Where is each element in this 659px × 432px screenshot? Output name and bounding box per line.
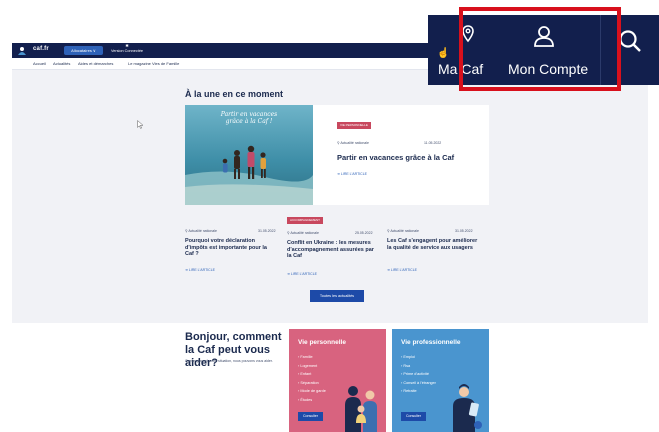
card-title: Vie professionnelle (401, 339, 461, 346)
family-illustration (345, 386, 377, 432)
site-logo-text[interactable]: caf.fr (33, 46, 49, 52)
article-meta: ⚲ Actualité nationale (387, 229, 419, 233)
subnav-item-actualites[interactable]: Actualités (53, 61, 70, 66)
read-more-link[interactable]: ➔ LIRE L'ARTICLE (185, 268, 215, 272)
news-article-title[interactable]: Pourquoi votre déclaration d'impôts est … (185, 238, 275, 258)
help-subtitle: Quelle que soit votre situation, nous po… (185, 359, 273, 363)
card-link-item[interactable]: › Rsa (401, 362, 436, 371)
worker-illustration (453, 384, 482, 432)
read-more-link[interactable]: ➔ LIRE L'ARTICLE (287, 272, 317, 276)
news-article-title[interactable]: Conflit en Ukraine : les mesures d'accom… (287, 240, 379, 260)
help-heading: Bonjour, comment la Caf peut vous aider? (185, 331, 282, 369)
highlight-box (459, 7, 621, 91)
article-date: 31.05.2022 (258, 229, 276, 233)
card-link-item[interactable]: › Études (298, 396, 326, 405)
card-link-item[interactable]: › Emploi (401, 353, 436, 362)
caf-logo-icon[interactable] (17, 46, 27, 56)
article-meta: ⚲ Actualité nationale (337, 141, 369, 145)
card-link-item[interactable]: › Retraite (401, 387, 436, 396)
allocataires-dropdown[interactable]: Allocataires ∨ (64, 46, 103, 55)
card-vie-professionnelle[interactable]: Vie professionnelle › Emploi › Rsa › Pri… (392, 329, 489, 432)
mouse-pointer-icon (137, 120, 144, 129)
all-news-button[interactable]: Toutes les actualités (310, 290, 364, 302)
card-link-item[interactable]: › Mode de garde (298, 387, 326, 396)
article-date: 11.05.2022 (424, 141, 442, 145)
article-date: 25.05.2022 (355, 231, 373, 235)
version-label: Version Connectée (110, 49, 144, 53)
card-links: › Emploi › Rsa › Prime d'activité › Cons… (401, 353, 436, 396)
subnav-item-magazine[interactable]: Le magazine Vies de Famille (128, 61, 179, 66)
hand-cursor-icon: ☝ (437, 48, 450, 59)
section-title-headlines: À la une en ce moment (185, 89, 284, 99)
article-meta: ⚲ Actualité nationale (185, 229, 217, 233)
category-badge: ACCOMPAGNEMENT (287, 217, 323, 224)
news-article-title[interactable]: Les Caf s'engagent pour améliorer la qua… (387, 238, 481, 251)
card-link-item[interactable]: › Conseil à l'étranger (401, 379, 436, 388)
card-link-item[interactable]: › Famille (298, 353, 326, 362)
card-links: › Famille › Logement › Enfant › Séparati… (298, 353, 326, 404)
subnav-item-accueil[interactable]: Accueil (33, 61, 46, 66)
read-more-link[interactable]: ➔ LIRE L'ARTICLE (337, 172, 367, 176)
search-icon[interactable] (618, 29, 642, 53)
hero-article-title[interactable]: Partir en vacances grâce à la Caf (337, 153, 482, 162)
read-more-link[interactable]: ➔ LIRE L'ARTICLE (387, 268, 417, 272)
card-link-item[interactable]: › Séparation (298, 379, 326, 388)
card-link-item[interactable]: › Prime d'activité (401, 370, 436, 379)
article-date: 31.05.2022 (455, 229, 473, 233)
card-link-item[interactable]: › Logement (298, 362, 326, 371)
consulter-button[interactable]: Consulter (401, 412, 426, 421)
article-meta: ⚲ Actualité nationale (287, 231, 319, 235)
version-connectee-link[interactable]: ✱ Version Connectée (107, 44, 147, 54)
consulter-button[interactable]: Consulter (298, 412, 323, 421)
card-link-item[interactable]: › Enfant (298, 370, 326, 379)
subnav-item-aides[interactable]: Aides et démarches (78, 61, 113, 66)
hero-image-caption: Partir en vacances grâce à la Caf ! (220, 111, 278, 125)
card-title: Vie personnelle (298, 339, 346, 346)
card-vie-personnelle[interactable]: Vie personnelle › Famille › Logement › E… (289, 329, 386, 432)
category-badge: VIE PERSONNELLE (337, 122, 371, 129)
